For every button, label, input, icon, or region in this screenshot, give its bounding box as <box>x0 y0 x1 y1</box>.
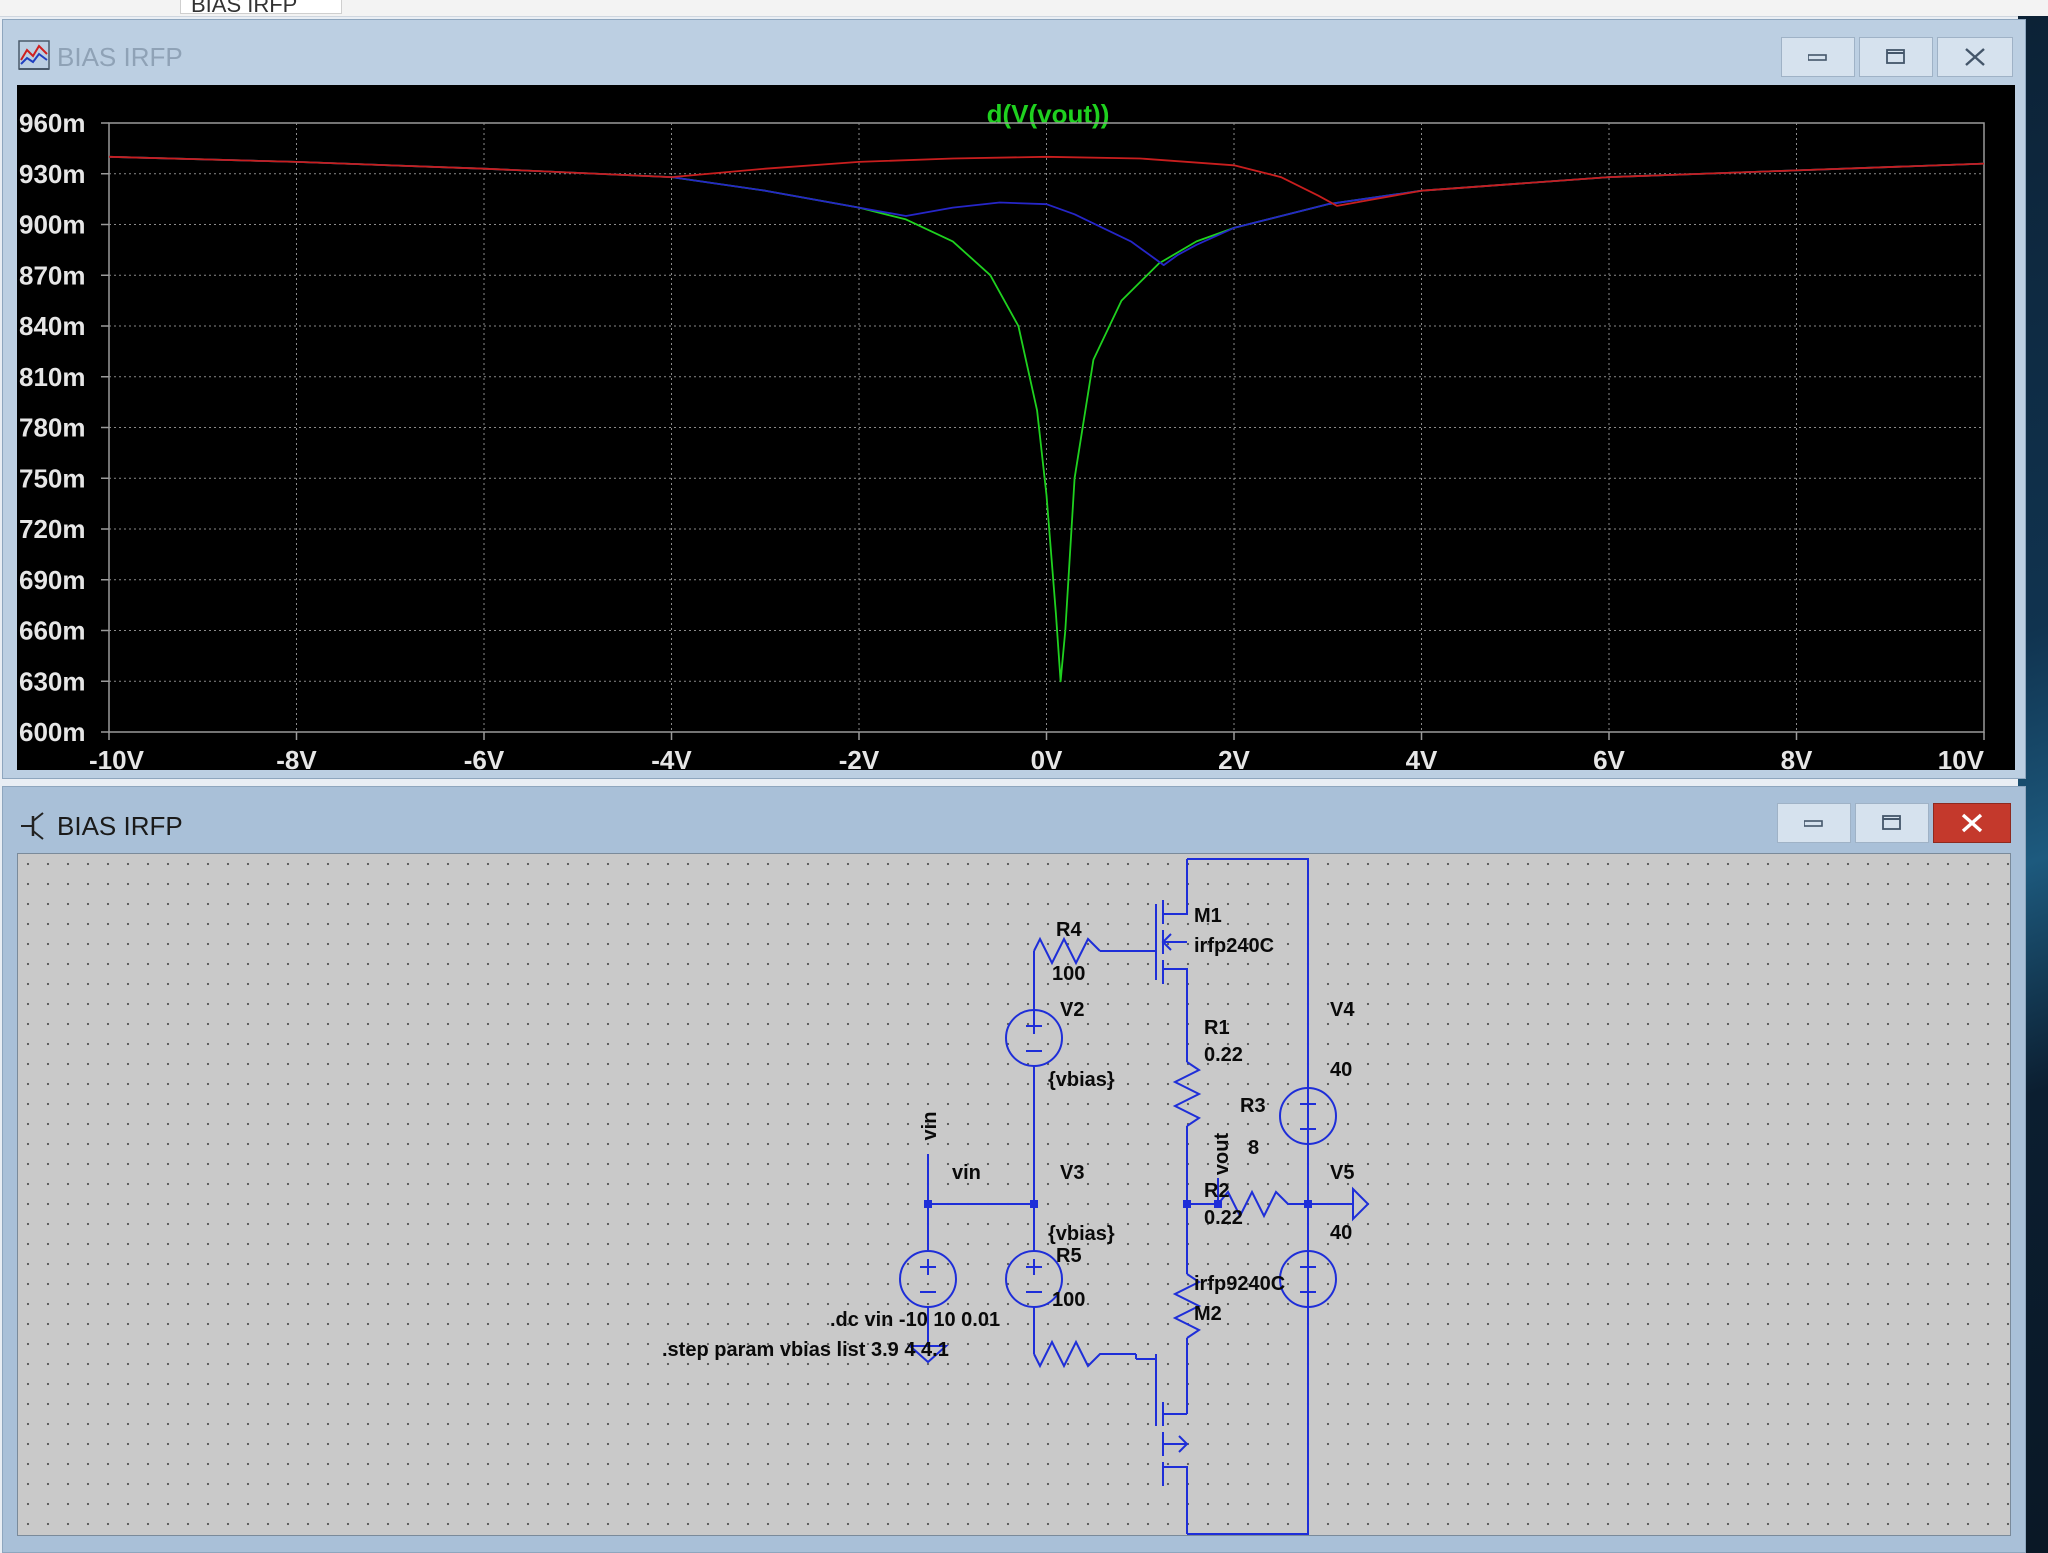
v3-value: {vbias} <box>1048 1223 1115 1245</box>
transistor-icon <box>21 812 44 840</box>
x-tick-label: -4V <box>651 745 692 770</box>
y-tick-label: 720m <box>19 514 86 544</box>
schematic-window: BIAS IRFP M1 irfp240C R4 100 V2 {vbias} … <box>2 786 2026 1553</box>
r3-value: 8 <box>1248 1137 1259 1159</box>
r2-value: 0.22 <box>1204 1207 1243 1229</box>
x-tick-label: 4V <box>1406 745 1438 770</box>
y-tick-label: 870m <box>19 260 86 290</box>
x-tick-label: 8V <box>1781 745 1813 770</box>
close-button[interactable] <box>1933 803 2011 843</box>
x-tick-label: 10V <box>1938 745 1985 770</box>
y-tick-label: 600m <box>19 717 86 747</box>
m2-name: M2 <box>1194 1303 1222 1325</box>
r1-value: 0.22 <box>1204 1044 1243 1066</box>
y-tick-label: 660m <box>19 616 86 646</box>
y-tick-label: 930m <box>19 159 86 189</box>
m1-name: M1 <box>1194 905 1222 927</box>
wire <box>1172 1466 1188 1534</box>
vin-source-name: vin <box>952 1162 981 1184</box>
r2-name: R2 <box>1204 1180 1230 1202</box>
x-tick-label: -6V <box>464 745 505 770</box>
r4-name: R4 <box>1056 919 1082 941</box>
r5-name: R5 <box>1056 1245 1082 1267</box>
r1-name: R1 <box>1204 1017 1230 1039</box>
m1-model: irfp240C <box>1194 935 1274 957</box>
resistor-r4 <box>1033 936 1101 966</box>
schematic-window-title: BIAS IRFP <box>57 811 183 841</box>
r4-value: 100 <box>1052 963 1085 985</box>
output-port-icon <box>1352 1186 1370 1222</box>
y-tick-label: 690m <box>19 565 86 595</box>
x-tick-label: -10V <box>89 745 145 770</box>
waveform-icon <box>18 40 50 70</box>
x-tick-label: 0V <box>1031 745 1063 770</box>
y-tick-label: 630m <box>19 666 86 696</box>
resistor-r1 <box>1172 1061 1202 1127</box>
y-tick-label: 900m <box>19 210 86 240</box>
x-tick-label: 6V <box>1593 745 1625 770</box>
x-tick-label: -2V <box>839 745 880 770</box>
maximize-icon <box>1886 49 1905 64</box>
v2-value: {vbias} <box>1048 1069 1115 1091</box>
m2-model: irfp9240C <box>1194 1273 1285 1295</box>
plot-window-title: BIAS IRFP <box>57 42 183 72</box>
resistor-r5 <box>1033 1339 1136 1369</box>
maximize-button[interactable] <box>1859 37 1933 77</box>
top-tab-label: BIAS IRFP <box>191 0 298 14</box>
chart-svg: d(V(vout)) -10V -8V -6V -4V -2V 0V 2V 4V 6V 8V 10V… <box>19 99 1985 770</box>
minimize-button[interactable] <box>1777 803 1851 843</box>
minimize-icon <box>1804 820 1823 827</box>
close-button[interactable] <box>1937 37 2013 77</box>
y-tick-label: 750m <box>19 463 86 493</box>
close-icon <box>1961 813 1983 833</box>
step-directive[interactable]: .step param vbias list 3.9 4 4.1 <box>662 1339 949 1361</box>
y-tick-label: 960m <box>19 108 86 138</box>
wire <box>1172 859 1188 915</box>
wire <box>1172 968 1188 1062</box>
r5-value: 100 <box>1052 1289 1085 1311</box>
r3-name: R3 <box>1240 1095 1266 1117</box>
plot-window-titlebar[interactable]: BIAS IRFP <box>3 20 2025 82</box>
top-tab-strip: BIAS IRFP <box>0 0 2048 17</box>
v4-name: V4 <box>1330 999 1355 1021</box>
maximize-icon <box>1882 815 1901 830</box>
y-tick-label: 810m <box>19 362 86 392</box>
chart-title: d(V(vout)) <box>987 99 1110 129</box>
waveform-plot[interactable]: d(V(vout)) -10V -8V -6V -4V -2V 0V 2V 4V 6V 8V 10V… <box>17 85 2015 770</box>
vout-net-label: vout <box>1211 1133 1233 1176</box>
top-tab[interactable]: BIAS IRFP <box>180 0 342 14</box>
minimize-button[interactable] <box>1781 37 1855 77</box>
dc-directive[interactable]: .dc vin -10 10 0.01 <box>830 1309 1000 1331</box>
plot-window: BIAS IRFP d(V(vout)) -10V -8V -6V -4V -2V 0V 2… <box>2 19 2026 779</box>
y-tick-label: 840m <box>19 311 86 341</box>
v4-value: 40 <box>1330 1059 1352 1081</box>
vin-net-label: vin <box>919 1112 941 1141</box>
v5-name: V5 <box>1330 1162 1354 1184</box>
close-icon <box>1965 48 1985 66</box>
maximize-button[interactable] <box>1855 803 1929 843</box>
v2-name: V2 <box>1060 999 1084 1021</box>
schematic-svg: M1 irfp240C R4 100 V2 {vbias} R1 0.22 V4… <box>662 858 1370 1535</box>
x-tick-label: -8V <box>276 745 317 770</box>
v5-value: 40 <box>1330 1222 1352 1244</box>
v3-name: V3 <box>1060 1162 1084 1184</box>
schematic-window-titlebar[interactable]: BIAS IRFP <box>3 787 2025 849</box>
y-tick-label: 780m <box>19 413 86 443</box>
schematic-canvas[interactable]: M1 irfp240C R4 100 V2 {vbias} R1 0.22 V4… <box>17 853 2011 1536</box>
x-tick-label: 2V <box>1218 745 1250 770</box>
minimize-icon <box>1808 54 1827 61</box>
